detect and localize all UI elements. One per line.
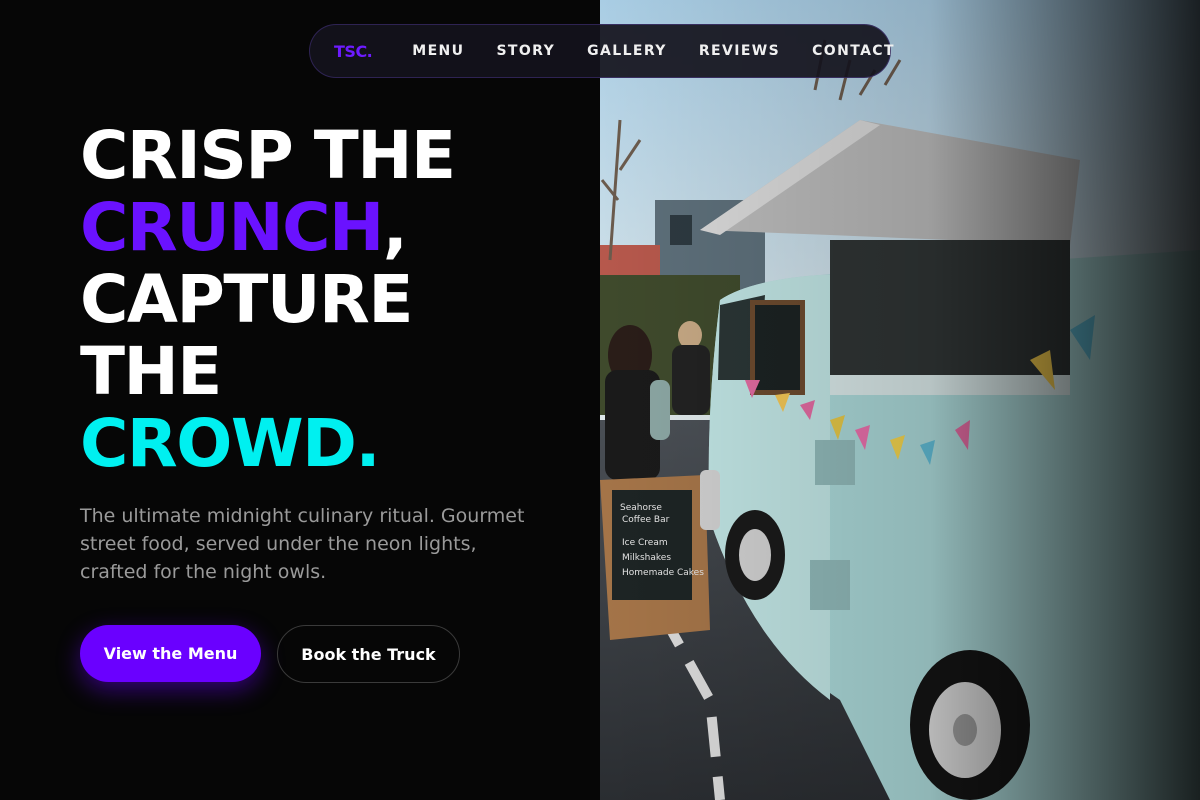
main-navigation: TSC. MENU STORY GALLERY REVIEWS CONTACT (309, 24, 894, 78)
headline-line-2: CRUNCH, (80, 192, 455, 264)
nav-link-menu[interactable]: MENU (412, 43, 464, 59)
nav-link-gallery[interactable]: GALLERY (587, 43, 667, 59)
headline-accent-crunch: CRUNCH (80, 189, 384, 266)
hero-subtitle: The ultimate midnight culinary ritual. G… (80, 505, 525, 583)
food-truck-illustration: Seahorse Coffee Bar Ice Cream Milkshakes… (600, 0, 1200, 800)
headline-comma: , (382, 189, 408, 266)
nav-links: MENU STORY GALLERY REVIEWS CONTACT (412, 43, 895, 59)
nav-link-contact[interactable]: CONTACT (812, 43, 895, 59)
view-menu-button[interactable]: View the Menu (80, 625, 261, 682)
hero-headline: CRISP THE CRUNCH, CAPTURE THE CROWD. (80, 117, 456, 482)
hero-food-truck-photo: Seahorse Coffee Bar Ice Cream Milkshakes… (600, 0, 1200, 800)
nav-link-story[interactable]: STORY (496, 43, 555, 59)
book-truck-button[interactable]: Book the Truck (277, 625, 460, 683)
headline-line-1: CRISP THE (80, 117, 456, 194)
headline-line-4: THE (80, 333, 222, 410)
nav-link-reviews[interactable]: REVIEWS (699, 43, 780, 59)
brand-logo[interactable]: TSC. (334, 42, 373, 61)
headline-accent-crowd: CROWD. (80, 405, 381, 482)
headline-line-3: CAPTURE (80, 261, 413, 338)
